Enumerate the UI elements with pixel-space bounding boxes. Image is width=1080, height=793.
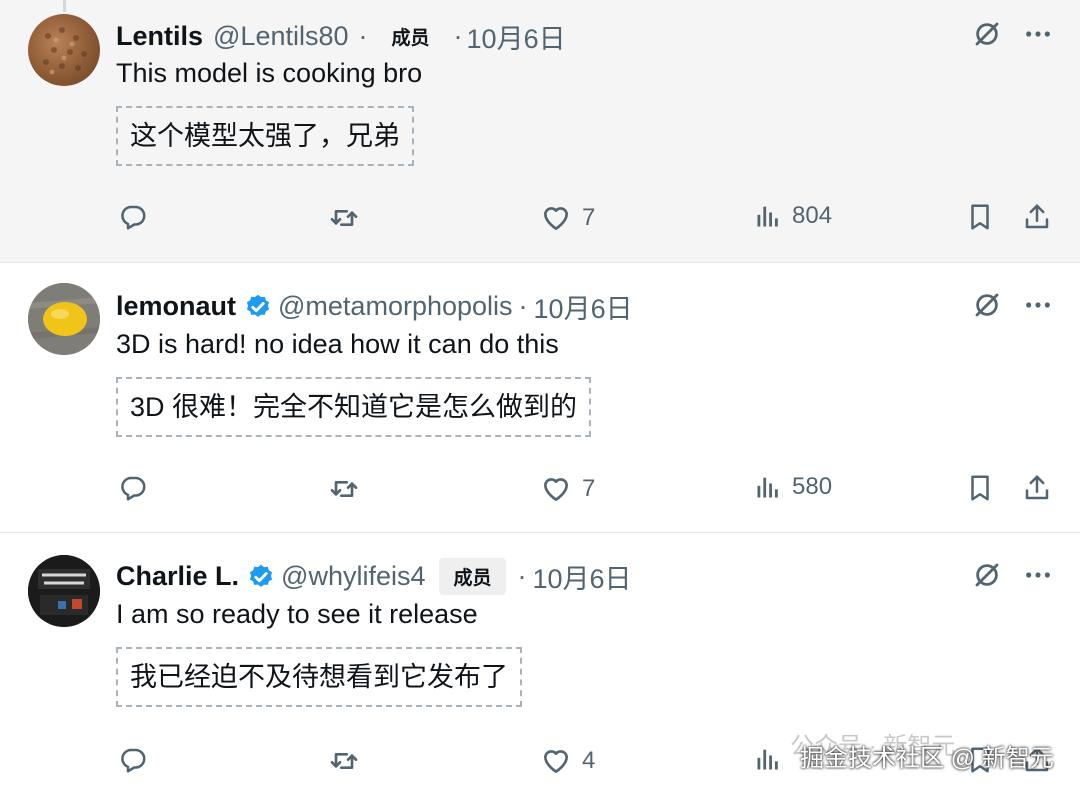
like-count: 4 xyxy=(582,747,596,774)
like-icon xyxy=(540,473,572,505)
reply-button[interactable] xyxy=(118,202,148,232)
member-badge: 成员 xyxy=(439,558,506,595)
views-count: 580 xyxy=(792,473,833,500)
bookmark-button[interactable] xyxy=(965,202,995,232)
retweet-icon xyxy=(328,202,360,234)
like-icon xyxy=(540,745,572,777)
reply-icon xyxy=(118,745,148,775)
views-icon xyxy=(754,202,782,230)
views-icon xyxy=(754,745,782,773)
display-name[interactable]: lemonaut xyxy=(116,291,236,322)
avatar[interactable] xyxy=(28,283,100,355)
retweet-button[interactable] xyxy=(328,202,360,234)
share-button[interactable] xyxy=(1022,473,1052,503)
like-button[interactable]: 7 xyxy=(540,202,595,234)
tweet-text: I am so ready to see it release xyxy=(116,599,478,629)
member-badge: 成员 xyxy=(391,28,430,49)
display-name[interactable]: Charlie L. xyxy=(116,561,239,592)
translation-box: 我已经迫不及待想看到它发布了 xyxy=(116,647,522,707)
tweet-text: 3D is hard! no idea how it can do this xyxy=(116,329,559,359)
like-count: 7 xyxy=(582,475,596,502)
avatar[interactable] xyxy=(28,555,100,627)
grok-icon[interactable] xyxy=(972,560,1002,590)
reply-button[interactable] xyxy=(118,745,148,775)
user-handle[interactable]: @Lentils80 xyxy=(213,21,349,52)
watermark: 掘金技术社区 @ 新智元 xyxy=(800,745,1054,772)
retweet-button[interactable] xyxy=(328,745,360,777)
bookmark-icon xyxy=(965,473,995,503)
separator: · xyxy=(517,561,527,591)
like-icon xyxy=(540,202,572,234)
thread-line xyxy=(63,0,66,12)
tweet-date[interactable]: 10月6日 xyxy=(534,287,633,326)
views-button[interactable] xyxy=(754,745,792,773)
tweet-text: This model is cooking bro xyxy=(116,58,423,88)
grok-icon[interactable] xyxy=(972,290,1002,320)
translation-box: 这个模型太强了，兄弟 xyxy=(116,106,414,166)
like-button[interactable]: 7 xyxy=(540,473,595,505)
views-button[interactable]: 580 xyxy=(754,473,832,501)
verified-badge-icon xyxy=(247,563,275,591)
tweet-top-actions xyxy=(972,290,1052,320)
views-button[interactable]: 804 xyxy=(754,202,832,230)
tweet-header: lemonaut @metamorphopolis · 10月6日 xyxy=(116,287,633,326)
display-name[interactable]: Lentils xyxy=(116,21,203,52)
retweet-button[interactable] xyxy=(328,473,360,505)
share-icon xyxy=(1022,473,1052,503)
more-icon[interactable] xyxy=(1024,20,1052,48)
separator: · xyxy=(518,291,528,321)
tweet-top-actions xyxy=(972,560,1052,590)
reply-icon xyxy=(118,202,148,232)
tweet-date[interactable]: 10月6日 xyxy=(467,17,566,56)
like-button[interactable]: 4 xyxy=(540,745,595,777)
bookmark-icon xyxy=(965,202,995,232)
user-handle[interactable]: @metamorphopolis xyxy=(278,291,513,322)
tweet-1[interactable]: Lentils @Lentils80 · 成员 · 10月6日 This mod… xyxy=(0,0,1080,262)
reply-button[interactable] xyxy=(118,473,148,503)
reply-icon xyxy=(118,473,148,503)
retweet-icon xyxy=(328,745,360,777)
more-icon[interactable] xyxy=(1024,561,1052,589)
separator: · xyxy=(453,21,463,51)
tweet-2[interactable]: lemonaut @metamorphopolis · 10月6日 3D is … xyxy=(0,262,1080,533)
separator: · xyxy=(358,21,368,51)
share-icon xyxy=(1022,202,1052,232)
views-count: 804 xyxy=(792,202,833,229)
like-count: 7 xyxy=(582,204,596,231)
tweet-top-actions xyxy=(972,19,1052,49)
retweet-icon xyxy=(328,473,360,505)
bookmark-button[interactable] xyxy=(965,473,995,503)
translation-box: 3D 很难！完全不知道它是怎么做到的 xyxy=(116,377,592,437)
views-icon xyxy=(754,473,782,501)
action-bar: 7 804 xyxy=(0,202,1080,242)
tweet-header: Charlie L. @whylifeis4 成员 · 10月6日 xyxy=(116,557,632,596)
user-handle[interactable]: @whylifeis4 xyxy=(281,561,425,592)
avatar[interactable] xyxy=(28,14,100,86)
share-button[interactable] xyxy=(1022,202,1052,232)
tweet-header: Lentils @Lentils80 · 成员 · 10月6日 xyxy=(116,17,566,56)
grok-icon[interactable] xyxy=(972,19,1002,49)
verified-badge-icon xyxy=(244,293,272,321)
more-icon[interactable] xyxy=(1024,291,1052,319)
action-bar: 7 580 xyxy=(0,473,1080,513)
tweet-date[interactable]: 10月6日 xyxy=(533,557,632,596)
